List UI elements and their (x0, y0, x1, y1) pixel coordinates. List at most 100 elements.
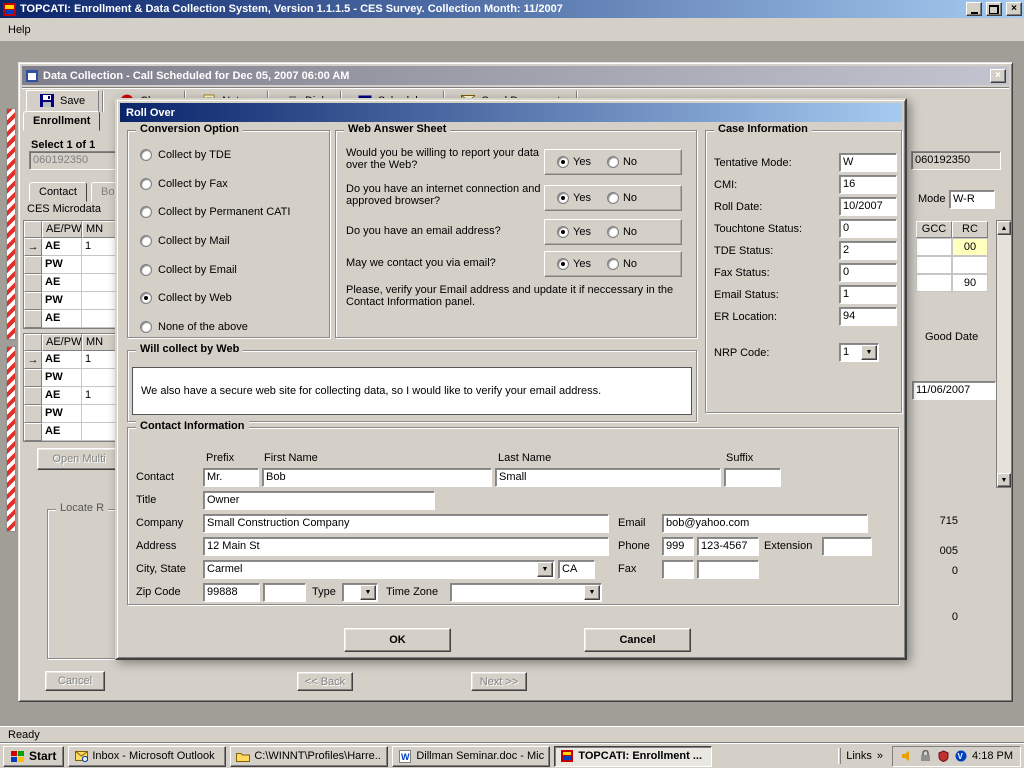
state-field[interactable]: CA (558, 560, 595, 579)
yes-option[interactable]: Yes (557, 258, 591, 270)
yes-option[interactable]: Yes (557, 192, 591, 204)
toolbar-grip[interactable] (838, 748, 841, 764)
roll-date-field[interactable]: 10/2007 (839, 197, 897, 216)
app-titlebar[interactable]: TOPCATI: Enrollment & Data Collection Sy… (0, 0, 1024, 18)
task-button-topcati[interactable]: TOPCATI: Enrollment ... (554, 746, 712, 767)
tab-contact[interactable]: Contact (29, 182, 87, 202)
option-collect-by-permanent-cati[interactable]: Collect by Permanent CATI (140, 206, 323, 218)
save-button[interactable]: Save (26, 90, 99, 113)
fax-status-field[interactable]: 0 (839, 263, 897, 282)
chevron-icon[interactable]: » (877, 750, 883, 762)
rc-cell[interactable]: 00 (952, 238, 988, 256)
no-option[interactable]: No (607, 258, 637, 270)
tentative-mode-field[interactable]: W (839, 153, 897, 172)
radio-icon[interactable] (140, 235, 152, 247)
radio-icon[interactable] (557, 226, 569, 238)
option-collect-by-tde[interactable]: Collect by TDE (140, 149, 323, 161)
type-combo[interactable]: ▼ (342, 583, 378, 602)
zip4-field[interactable] (263, 583, 306, 602)
radio-icon[interactable] (140, 264, 152, 276)
ok-button[interactable]: OK (344, 628, 451, 652)
er-location-field[interactable]: 94 (839, 307, 897, 326)
dropdown-arrow-icon[interactable]: ▼ (360, 585, 376, 600)
close-button[interactable]: × (1006, 2, 1022, 16)
radio-icon[interactable] (607, 156, 619, 168)
city-combo[interactable]: Carmel ▼ (203, 560, 555, 579)
radio-icon[interactable] (140, 178, 152, 190)
radio-icon[interactable] (557, 192, 569, 204)
radio-icon[interactable] (140, 292, 152, 304)
menu-help[interactable]: Help (0, 21, 39, 39)
fax-area-field[interactable] (662, 560, 694, 579)
dropdown-arrow-icon[interactable]: ▼ (537, 562, 553, 577)
address-field[interactable]: 12 Main St (203, 537, 609, 556)
suffix-field[interactable] (724, 468, 781, 487)
cmi-field[interactable]: 16 (839, 175, 897, 194)
zip-field[interactable]: 99888 (203, 583, 260, 602)
good-date-field[interactable]: 11/06/2007 (912, 381, 996, 400)
yes-option[interactable]: Yes (557, 156, 591, 168)
option-collect-by-email[interactable]: Collect by Email (140, 264, 323, 276)
option-collect-by-fax[interactable]: Collect by Fax (140, 178, 323, 190)
radio-icon[interactable] (140, 321, 152, 333)
dropdown-arrow-icon[interactable]: ▼ (584, 585, 600, 600)
tray-lock-icon[interactable] (918, 749, 932, 763)
first-name-field[interactable]: Bob (262, 468, 492, 487)
links-toolbar[interactable]: Links » (833, 748, 888, 764)
case-information-label: Case Information (714, 123, 812, 135)
radio-icon[interactable] (557, 258, 569, 270)
restore-button[interactable] (986, 2, 1002, 16)
fax-number-field[interactable] (697, 560, 759, 579)
email-field[interactable]: bob@yahoo.com (662, 514, 868, 533)
task-button-explorer[interactable]: C:\WINNT\Profiles\Harre... (230, 746, 388, 767)
gcc-cell[interactable] (916, 256, 952, 274)
prefix-field[interactable]: Mr. (203, 468, 259, 487)
vertical-scrollbar[interactable]: ▲ ▼ (996, 220, 1012, 488)
no-option[interactable]: No (607, 156, 637, 168)
phone-number-field[interactable]: 123-4567 (697, 537, 759, 556)
rc-cell[interactable]: 90 (952, 274, 988, 292)
rollover-dialog-titlebar[interactable]: Roll Over (120, 103, 902, 122)
tde-status-field[interactable]: 2 (839, 241, 897, 260)
email-status-field[interactable]: 1 (839, 285, 897, 304)
timezone-combo[interactable]: ▼ (450, 583, 602, 602)
dropdown-arrow-icon[interactable]: ▼ (861, 345, 877, 360)
radio-icon[interactable] (557, 156, 569, 168)
cancel-button[interactable]: Cancel (584, 628, 691, 652)
scroll-down-icon[interactable]: ▼ (997, 473, 1011, 487)
task-button-outlook[interactable]: Inbox - Microsoft Outlook (68, 746, 226, 767)
radio-icon[interactable] (607, 258, 619, 270)
tray-volume-icon[interactable] (900, 749, 914, 763)
company-field[interactable]: Small Construction Company (203, 514, 609, 533)
option-none-of-the-above[interactable]: None of the above (140, 321, 323, 333)
rc-cell[interactable] (952, 256, 988, 274)
web-answer-sheet-group: Web Answer Sheet Would you be willing to… (335, 130, 697, 338)
minimize-button[interactable] (966, 2, 982, 16)
tray-shield-icon[interactable] (936, 749, 950, 763)
task-button-word[interactable]: W Dillman Seminar.doc - Mic... (392, 746, 550, 767)
option-collect-by-mail[interactable]: Collect by Mail (140, 235, 323, 247)
gcc-cell[interactable] (916, 274, 952, 292)
extension-field[interactable] (822, 537, 872, 556)
last-name-field[interactable]: Small (495, 468, 721, 487)
nrp-code-combo[interactable]: 1 ▼ (839, 343, 879, 362)
yes-option[interactable]: Yes (557, 226, 591, 238)
scrollbar-track[interactable] (997, 235, 1011, 473)
radio-icon[interactable] (607, 226, 619, 238)
no-option[interactable]: No (607, 192, 637, 204)
option-collect-by-web[interactable]: Collect by Web (140, 292, 323, 304)
tray-antivirus-icon[interactable]: V (954, 749, 968, 763)
radio-icon[interactable] (140, 206, 152, 218)
gcc-cell[interactable] (916, 238, 952, 256)
tab-enrollment[interactable]: Enrollment (23, 111, 100, 131)
radio-icon[interactable] (607, 192, 619, 204)
title-field[interactable]: Owner (203, 491, 435, 510)
start-button[interactable]: Start (3, 746, 64, 767)
scroll-up-icon[interactable]: ▲ (997, 221, 1011, 235)
phone-area-field[interactable]: 999 (662, 537, 694, 556)
data-collection-titlebar[interactable]: Data Collection - Call Scheduled for Dec… (22, 66, 1009, 85)
radio-icon[interactable] (140, 149, 152, 161)
no-option[interactable]: No (607, 226, 637, 238)
touchtone-status-field[interactable]: 0 (839, 219, 897, 238)
child-close-button[interactable]: × (990, 69, 1006, 83)
